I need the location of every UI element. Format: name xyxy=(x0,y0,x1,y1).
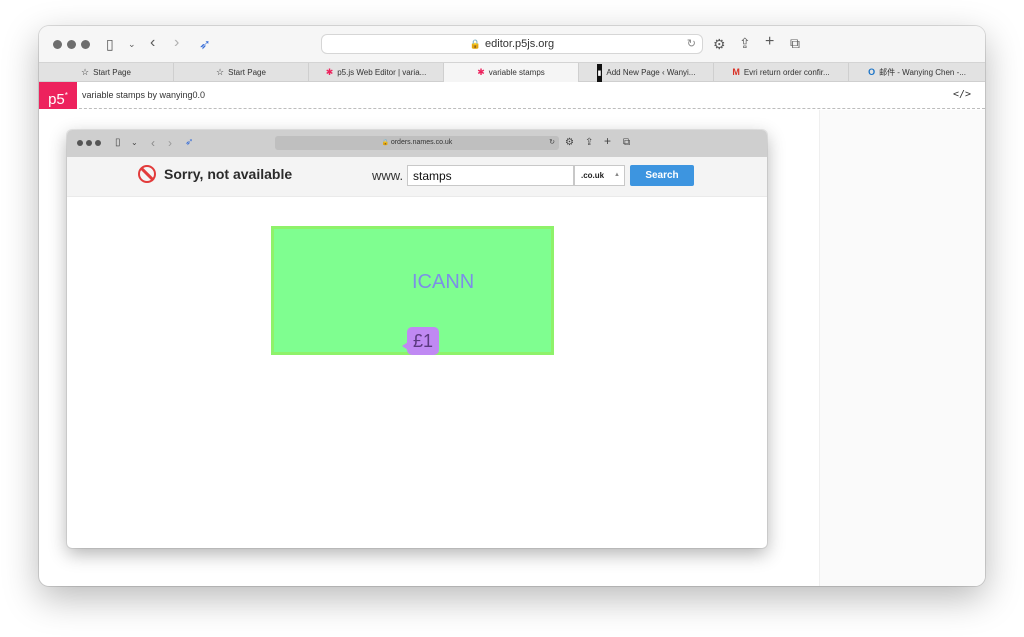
sketch-title: variable stamps by wanying0.0 xyxy=(82,90,206,100)
tab-label: Add New Page ‹ Wanyi... xyxy=(606,68,696,77)
right-panel xyxy=(819,110,985,586)
tab-label: Start Page xyxy=(93,68,131,77)
reload-icon[interactable]: ↻ xyxy=(687,35,696,53)
outlook-icon: O xyxy=(868,67,876,77)
inner-browser-toolbar: ▯ ⌄ ‹ › ➶ 🔒 orders.names.co.uk ↻ ⚙ ⇪ + ⧉ xyxy=(67,130,767,157)
www-label: www. xyxy=(372,168,404,183)
star-icon: ☆ xyxy=(216,67,225,77)
browser-window: ▯ ⌄ ‹ › ➶ 🔒 editor.p5js.org ↻ ⚙ ⇪ + ⧉ ☆ St… xyxy=(39,26,985,586)
zoom-window-button[interactable] xyxy=(81,40,90,49)
browser-toolbar: ▯ ⌄ ‹ › ➶ 🔒 editor.p5js.org ↻ ⚙ ⇪ + ⧉ xyxy=(39,26,985,62)
tab-outlook-mail[interactable]: O 邮件 - Wanying Chen -... xyxy=(849,63,985,82)
gmail-icon: M xyxy=(732,67,740,77)
wordpress-icon: ▮ xyxy=(596,64,603,82)
p5-logo-text: p5 xyxy=(48,91,65,108)
minimize-window-button[interactable] xyxy=(67,40,76,49)
inner-minimize-dot xyxy=(86,140,92,146)
stamp-text: ICANN xyxy=(412,271,475,293)
sidebar-icon[interactable]: ▯ xyxy=(106,36,114,52)
tab-p5-web-editor[interactable]: ✱ p5.js Web Editor | varia... xyxy=(309,63,444,82)
p5-asterisk-icon: ✱ xyxy=(325,67,334,77)
tab-label: Start Page xyxy=(228,68,266,77)
new-tab-icon[interactable]: + xyxy=(765,34,774,50)
inner-sidebar-icon: ▯ xyxy=(115,137,121,148)
tab-variable-stamps[interactable]: ✱ variable stamps xyxy=(444,63,579,82)
embedded-screenshot-window: ▯ ⌄ ‹ › ➶ 🔒 orders.names.co.uk ↻ ⚙ ⇪ + ⧉… xyxy=(67,130,767,548)
tab-bar: ☆ Start Page ☆ Start Page ✱ p5.js Web Edito… xyxy=(39,62,985,82)
gear-icon[interactable]: ⚙ xyxy=(713,36,726,52)
not-available-icon xyxy=(138,165,156,183)
lock-icon: 🔒 xyxy=(469,39,482,49)
forward-icon[interactable]: › xyxy=(174,35,179,51)
tld-select[interactable]: .co.uk ▲ xyxy=(574,165,625,186)
chevron-down-icon[interactable]: ⌄ xyxy=(128,36,136,52)
share-icon[interactable]: ⇪ xyxy=(739,35,751,51)
price-bubble: £1 xyxy=(402,327,439,355)
back-icon[interactable]: ‹ xyxy=(150,35,155,51)
stamp-canvas: ICANN £1 xyxy=(271,226,554,355)
domain-search-input[interactable] xyxy=(407,165,574,186)
tld-selected-value: .co.uk xyxy=(581,171,605,180)
tab-label: 邮件 - Wanying Chen -... xyxy=(879,68,966,77)
tab-evri-return[interactable]: M Evri return order confir... xyxy=(714,63,849,82)
star-icon: ☆ xyxy=(81,67,90,77)
not-available-message: Sorry, not available xyxy=(164,166,293,182)
p5-asterisk-icon: ✱ xyxy=(477,67,485,77)
search-button[interactable]: Search xyxy=(630,165,694,186)
tab-start-page-2[interactable]: ☆ Start Page xyxy=(174,63,309,82)
tab-label: Evri return order confir... xyxy=(743,68,830,77)
lock-icon: 🔒 xyxy=(381,140,391,146)
chevron-down-icon: ▲ xyxy=(614,172,620,178)
p5-editor-header: p5* variable stamps by wanying0.0 </> xyxy=(39,82,985,109)
inner-gear-icon: ⚙ xyxy=(565,137,574,148)
inner-share-icon: ⇪ xyxy=(585,137,594,148)
inner-address-bar: 🔒 orders.names.co.uk ↻ xyxy=(275,136,559,150)
tab-label: p5.js Web Editor | varia... xyxy=(337,68,427,77)
domain-search-bar: Sorry, not available www. .co.uk ▲ Searc… xyxy=(67,157,767,197)
inner-chevron-down-icon: ⌄ xyxy=(131,138,138,147)
inner-reload-icon: ↻ xyxy=(549,139,555,146)
close-window-button[interactable] xyxy=(53,40,62,49)
tab-add-new-page[interactable]: ▮ Add New Page ‹ Wanyi... xyxy=(579,63,714,82)
address-url: editor.p5js.org xyxy=(485,38,555,50)
tab-start-page-1[interactable]: ☆ Start Page xyxy=(39,63,174,82)
inner-new-tab-icon: + xyxy=(604,134,612,148)
inner-back-icon: ‹ xyxy=(151,136,155,150)
p5-logo[interactable]: p5* xyxy=(39,82,77,109)
inner-extension-bird-icon: ➶ xyxy=(185,137,194,148)
code-toggle-icon[interactable]: </> xyxy=(953,89,971,100)
address-bar[interactable]: 🔒 editor.p5js.org ↻ xyxy=(321,34,703,54)
tab-label: variable stamps xyxy=(488,68,545,77)
inner-address-url: orders.names.co.uk xyxy=(390,139,453,146)
inner-close-dot xyxy=(77,140,83,146)
inner-zoom-dot xyxy=(95,140,101,146)
extension-bird-icon[interactable]: ➶ xyxy=(199,36,211,52)
p5-logo-asterisk: * xyxy=(64,91,68,100)
inner-tab-overview-icon: ⧉ xyxy=(623,137,631,148)
tab-overview-icon[interactable]: ⧉ xyxy=(790,35,800,51)
inner-forward-icon: › xyxy=(168,136,172,150)
